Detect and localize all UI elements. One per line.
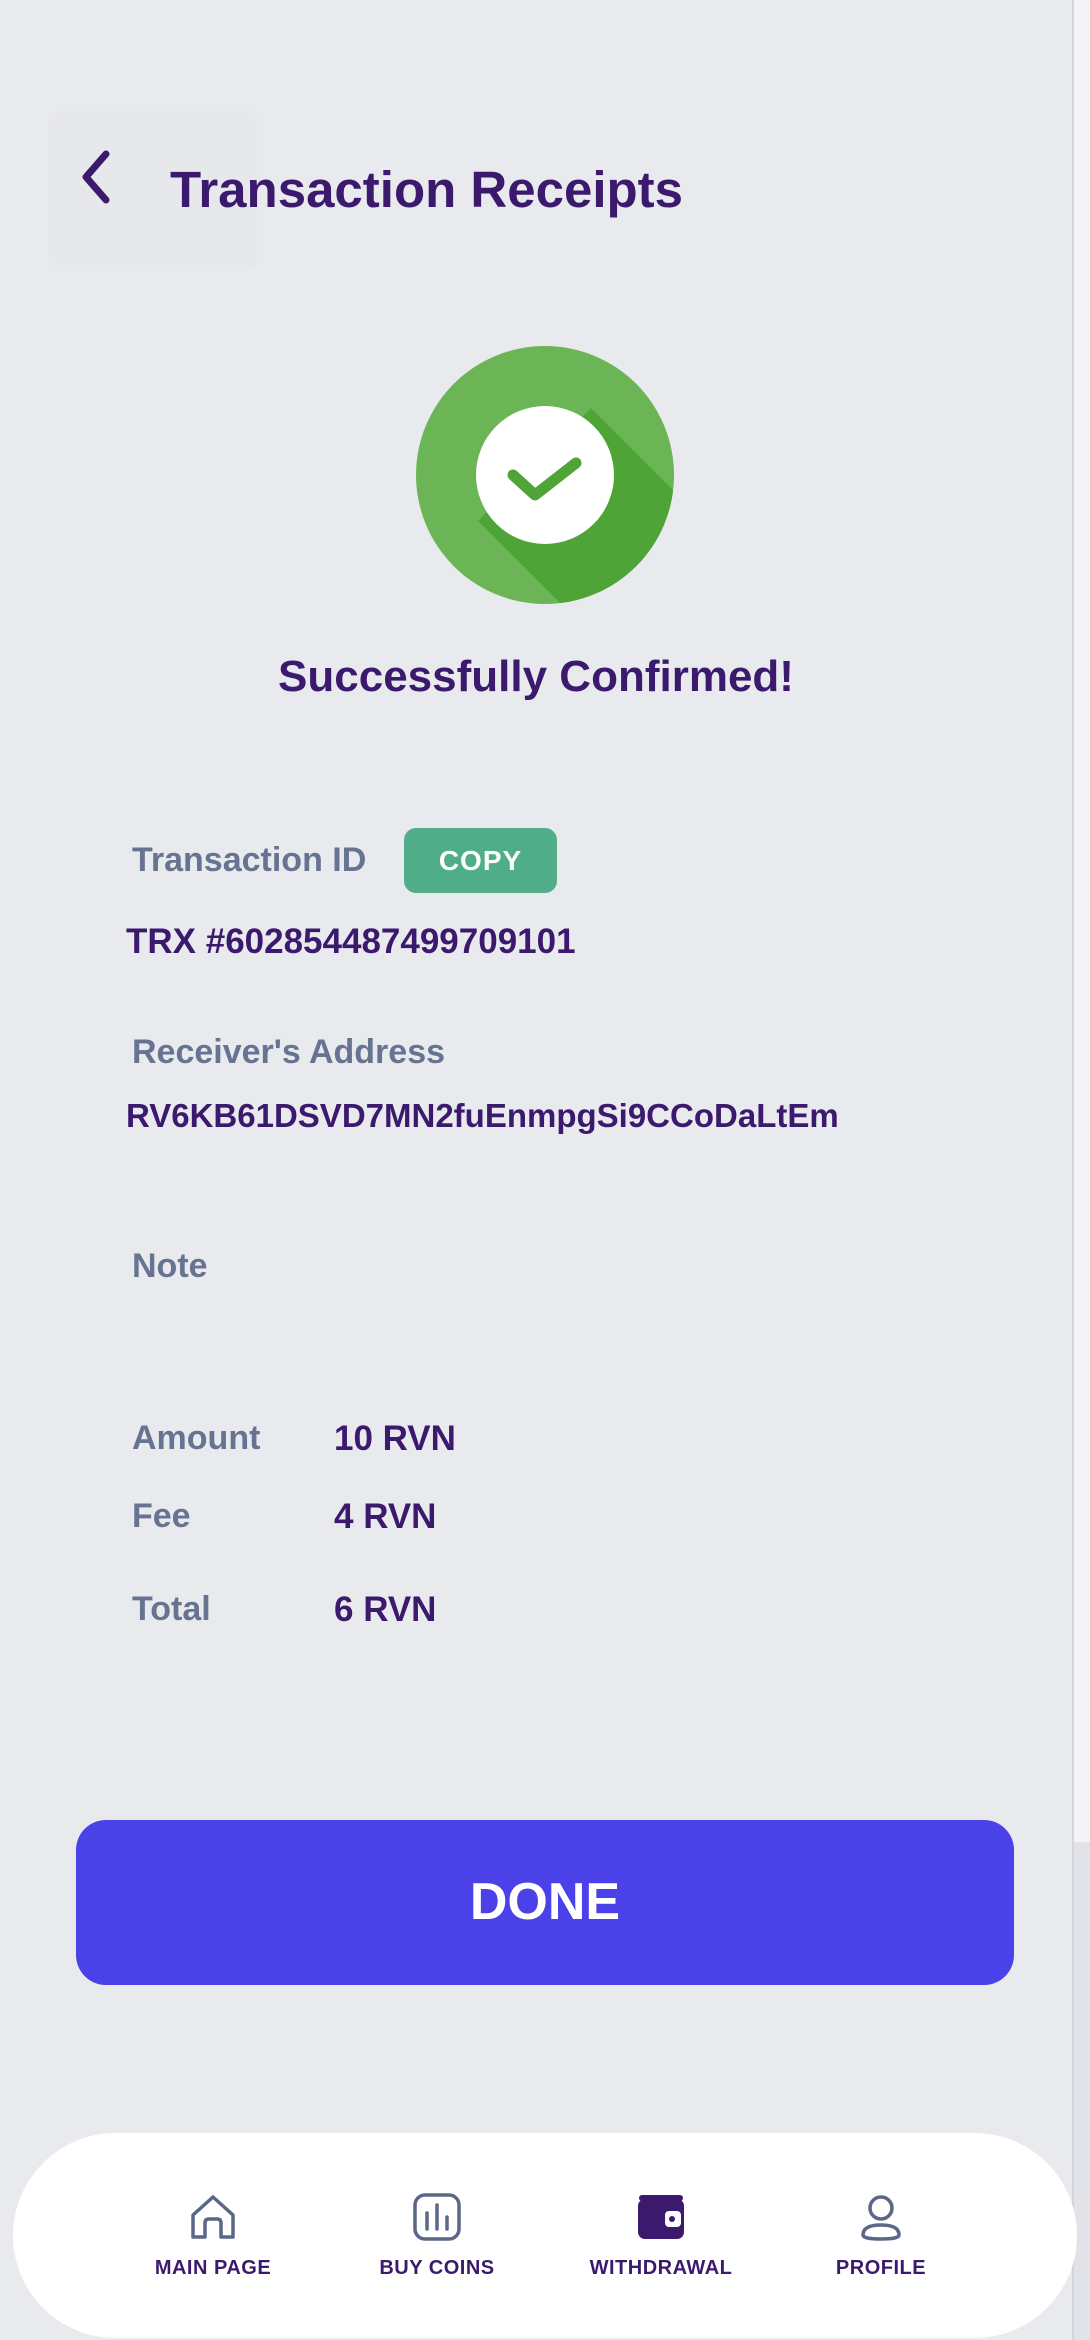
nav-label: MAIN PAGE: [154, 2257, 272, 2279]
amount-value: 10 RVN: [334, 1419, 456, 1458]
chevron-left-icon: [82, 150, 110, 204]
amount-label: Amount: [132, 1419, 261, 1457]
total-label: Total: [132, 1590, 211, 1628]
chart-icon: [413, 2193, 461, 2241]
done-button[interactable]: DONE: [76, 1820, 1014, 1985]
success-check-icon: [416, 346, 674, 604]
fee-label: Fee: [132, 1497, 191, 1535]
nav-item-buy-coins[interactable]: BUY COINS: [337, 2191, 537, 2280]
transaction-id-value: TRX #602854487499709101: [126, 922, 576, 961]
scrollbar-thumb[interactable]: [1072, 0, 1090, 1842]
receiver-address-value: RV6KB61DSVD7MN2fuEnmpgSi9CCoDaLtEm: [126, 1097, 839, 1134]
receiver-address-label: Receiver's Address: [132, 1033, 446, 1071]
transaction-id-label: Transaction ID: [132, 841, 367, 879]
nav-label: WITHDRAWAL: [589, 2257, 733, 2279]
home-icon: [191, 2195, 235, 2239]
nav-label: PROFILE: [835, 2257, 927, 2279]
copy-button[interactable]: COPY: [404, 828, 557, 893]
bottom-nav: MAIN PAGE BUY COINS WITHDRAWAL PROFILE: [13, 2133, 1077, 2338]
success-message: Successfully Confirmed!: [278, 652, 794, 701]
nav-item-profile[interactable]: PROFILE: [781, 2191, 981, 2280]
total-value: 6 RVN: [334, 1590, 437, 1629]
user-icon: [861, 2195, 901, 2241]
nav-item-main-page[interactable]: MAIN PAGE: [113, 2191, 313, 2280]
fee-value: 4 RVN: [334, 1497, 437, 1536]
page-title: Transaction Receipts: [170, 161, 684, 218]
nav-item-withdrawal[interactable]: WITHDRAWAL: [561, 2191, 761, 2280]
note-label: Note: [132, 1247, 208, 1285]
header: Transaction Receipts: [0, 110, 1072, 270]
wallet-icon: [638, 2195, 684, 2239]
nav-label: BUY COINS: [379, 2257, 495, 2279]
